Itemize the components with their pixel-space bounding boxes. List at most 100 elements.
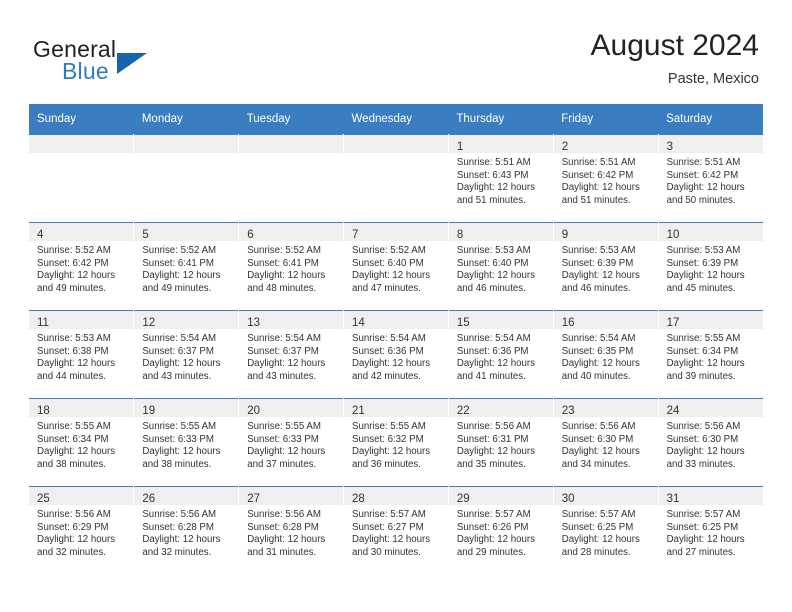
day-details: Sunrise: 5:53 AM Sunset: 6:38 PM Daylight:… [29, 329, 133, 383]
day-details: Sunrise: 5:52 AM Sunset: 6:41 PM Daylight:… [239, 241, 343, 295]
calendar-day-cell[interactable]: 28 Sunrise: 5:57 AM Sunset: 6:27 PM Dayligh… [343, 486, 449, 574]
page-title: August 2024 [590, 29, 759, 62]
calendar-day-cell[interactable]: 24 Sunrise: 5:56 AM Sunset: 6:30 PM Dayligh… [658, 398, 763, 487]
calendar-day-cell[interactable]: 12 Sunrise: 5:54 AM Sunset: 6:37 PM Dayligh… [133, 310, 240, 399]
calendar-day-cell[interactable]: 13 Sunrise: 5:54 AM Sunset: 6:37 PM Dayligh… [238, 310, 345, 399]
calendar-day-cell[interactable]: 29 Sunrise: 5:57 AM Sunset: 6:26 PM Dayligh… [448, 486, 554, 574]
daylight-text-line1: Daylight: 12 hours [247, 446, 326, 458]
day-number-band: 18 [29, 399, 134, 417]
daylight-text-line1: Daylight: 12 hours [561, 358, 640, 370]
sunrise-text: Sunrise: 5:52 AM [247, 245, 321, 256]
daylight-text-line1: Daylight: 12 hours [142, 446, 221, 458]
day-number-band: 22 [448, 399, 553, 417]
calendar-day-cell[interactable]: 7 Sunrise: 5:52 AM Sunset: 6:40 PM Daylight… [343, 222, 449, 311]
sunrise-text: Sunrise: 5:55 AM [37, 421, 111, 432]
day-number-band [239, 135, 344, 153]
calendar-day-cell[interactable]: 19 Sunrise: 5:55 AM Sunset: 6:33 PM Dayligh… [133, 398, 240, 487]
sunrise-text: Sunrise: 5:56 AM [561, 421, 636, 432]
sunset-text: Sunset: 6:30 PM [561, 433, 634, 445]
day-details: Sunrise: 5:56 AM Sunset: 6:28 PM Daylight:… [134, 505, 238, 559]
weekday-header-sunday: Sunday [29, 104, 134, 135]
sunrise-text: Sunrise: 5:57 AM [666, 509, 741, 520]
day-number: 10 [666, 229, 680, 241]
day-number-band: 10 [658, 223, 763, 241]
calendar-day-cell[interactable]: 18 Sunrise: 5:55 AM Sunset: 6:34 PM Dayligh… [29, 398, 135, 487]
sunset-text: Sunset: 6:43 PM [456, 169, 529, 181]
calendar-day-cell[interactable]: 23 Sunrise: 5:56 AM Sunset: 6:30 PM Dayligh… [553, 398, 659, 487]
daylight-text-line2: and 49 minutes. [142, 282, 212, 294]
calendar-day-cell[interactable]: 31 Sunrise: 5:57 AM Sunset: 6:25 PM Dayligh… [658, 486, 763, 574]
day-number-band: 3 [658, 135, 763, 153]
day-number: 7 [352, 229, 359, 241]
daylight-text-line1: Daylight: 12 hours [456, 182, 535, 194]
calendar-day-cell[interactable]: 22 Sunrise: 5:56 AM Sunset: 6:31 PM Dayligh… [448, 398, 554, 487]
sunset-text: Sunset: 6:34 PM [666, 345, 739, 357]
sunrise-text: Sunrise: 5:56 AM [456, 421, 531, 432]
calendar-day-cell[interactable]: 8 Sunrise: 5:53 AM Sunset: 6:40 PM Daylight… [448, 222, 554, 311]
day-number-band: 24 [658, 399, 763, 417]
day-details: Sunrise: 5:53 AM Sunset: 6:39 PM Daylight:… [554, 241, 658, 295]
sunset-text: Sunset: 6:25 PM [561, 521, 634, 533]
day-number-band: 2 [553, 135, 658, 153]
day-number-band: 6 [239, 223, 344, 241]
daylight-text-line1: Daylight: 12 hours [352, 534, 431, 546]
day-details: Sunrise: 5:51 AM Sunset: 6:43 PM Daylight:… [449, 153, 553, 207]
day-number: 14 [352, 317, 365, 329]
calendar-day-cell[interactable]: 1 Sunrise: 5:51 AM Sunset: 6:43 PM Daylight… [448, 134, 554, 223]
daylight-text-line1: Daylight: 12 hours [561, 534, 640, 546]
logo-text-blue: Blue [62, 58, 109, 84]
daylight-text-line1: Daylight: 12 hours [456, 446, 535, 458]
day-details: Sunrise: 5:55 AM Sunset: 6:34 PM Daylight:… [659, 329, 763, 383]
daylight-text-line2: and 37 minutes. [247, 458, 317, 470]
calendar-day-cell[interactable]: 15 Sunrise: 5:54 AM Sunset: 6:36 PM Dayligh… [448, 310, 554, 399]
calendar-day-cell[interactable]: 27 Sunrise: 5:56 AM Sunset: 6:28 PM Dayligh… [238, 486, 345, 574]
sunset-text: Sunset: 6:39 PM [666, 257, 739, 269]
sunset-text: Sunset: 6:41 PM [247, 257, 319, 269]
day-details: Sunrise: 5:54 AM Sunset: 6:37 PM Daylight:… [134, 329, 238, 383]
day-details: Sunrise: 5:56 AM Sunset: 6:31 PM Daylight:… [449, 417, 553, 471]
sunset-text: Sunset: 6:36 PM [456, 345, 529, 357]
calendar-day-cell[interactable]: 20 Sunrise: 5:55 AM Sunset: 6:33 PM Dayligh… [238, 398, 345, 487]
day-number-band: 20 [239, 399, 344, 417]
day-number-band: 31 [658, 487, 763, 505]
day-details: Sunrise: 5:56 AM Sunset: 6:30 PM Daylight:… [554, 417, 658, 471]
day-number-band: 27 [239, 487, 344, 505]
calendar-day-cell[interactable]: 14 Sunrise: 5:54 AM Sunset: 6:36 PM Dayligh… [343, 310, 449, 399]
sunset-text: Sunset: 6:37 PM [142, 345, 214, 357]
calendar-day-cell[interactable]: 21 Sunrise: 5:55 AM Sunset: 6:32 PM Dayligh… [343, 398, 449, 487]
daylight-text-line2: and 43 minutes. [142, 370, 212, 382]
calendar-day-cell[interactable]: 4 Sunrise: 5:52 AM Sunset: 6:42 PM Daylight… [29, 222, 135, 311]
sunrise-text: Sunrise: 5:54 AM [561, 333, 636, 344]
calendar-day-cell[interactable]: 25 Sunrise: 5:56 AM Sunset: 6:29 PM Dayligh… [29, 486, 135, 574]
daylight-text-line1: Daylight: 12 hours [142, 534, 221, 546]
calendar-day-cell[interactable]: 10 Sunrise: 5:53 AM Sunset: 6:39 PM Dayligh… [658, 222, 763, 311]
calendar-day-cell[interactable]: 3 Sunrise: 5:51 AM Sunset: 6:42 PM Daylight… [658, 134, 763, 223]
calendar-day-cell[interactable]: 2 Sunrise: 5:51 AM Sunset: 6:42 PM Daylight… [553, 134, 659, 223]
daylight-text-line1: Daylight: 12 hours [352, 358, 431, 370]
calendar-day-cell[interactable]: 26 Sunrise: 5:56 AM Sunset: 6:28 PM Dayligh… [133, 486, 240, 574]
calendar-day-cell[interactable]: 9 Sunrise: 5:53 AM Sunset: 6:39 PM Daylight… [553, 222, 659, 311]
calendar-day-cell[interactable]: 6 Sunrise: 5:52 AM Sunset: 6:41 PM Daylight… [238, 222, 345, 311]
calendar-day-cell[interactable]: 11 Sunrise: 5:53 AM Sunset: 6:38 PM Dayligh… [29, 310, 135, 399]
sunset-text: Sunset: 6:39 PM [561, 257, 634, 269]
general-blue-logo[interactable]: General Blue [33, 36, 273, 90]
sunset-text: Sunset: 6:29 PM [37, 521, 109, 533]
sunset-text: Sunset: 6:42 PM [37, 257, 109, 269]
calendar-day-cell[interactable]: 30 Sunrise: 5:57 AM Sunset: 6:25 PM Dayligh… [553, 486, 659, 574]
day-details: Sunrise: 5:52 AM Sunset: 6:40 PM Daylight:… [344, 241, 448, 295]
sunrise-text: Sunrise: 5:52 AM [37, 245, 111, 256]
day-details: Sunrise: 5:55 AM Sunset: 6:34 PM Daylight:… [29, 417, 133, 471]
daylight-text-line2: and 34 minutes. [561, 458, 631, 470]
day-number-band: 1 [448, 135, 553, 153]
calendar-page: General Blue August 2024 Paste, Mexico S… [0, 0, 792, 612]
sunset-text: Sunset: 6:31 PM [456, 433, 529, 445]
day-details: Sunrise: 5:54 AM Sunset: 6:35 PM Daylight:… [554, 329, 658, 383]
day-number: 11 [37, 317, 49, 329]
calendar-day-cell[interactable]: 16 Sunrise: 5:54 AM Sunset: 6:35 PM Dayligh… [553, 310, 659, 399]
calendar-day-cell[interactable]: 17 Sunrise: 5:55 AM Sunset: 6:34 PM Dayligh… [658, 310, 763, 399]
daylight-text-line2: and 49 minutes. [37, 282, 106, 294]
calendar-day-cell[interactable]: 5 Sunrise: 5:52 AM Sunset: 6:41 PM Daylight… [133, 222, 240, 311]
day-number-band: 29 [448, 487, 553, 505]
day-number: 2 [561, 141, 569, 153]
daylight-text-line1: Daylight: 12 hours [666, 270, 745, 282]
